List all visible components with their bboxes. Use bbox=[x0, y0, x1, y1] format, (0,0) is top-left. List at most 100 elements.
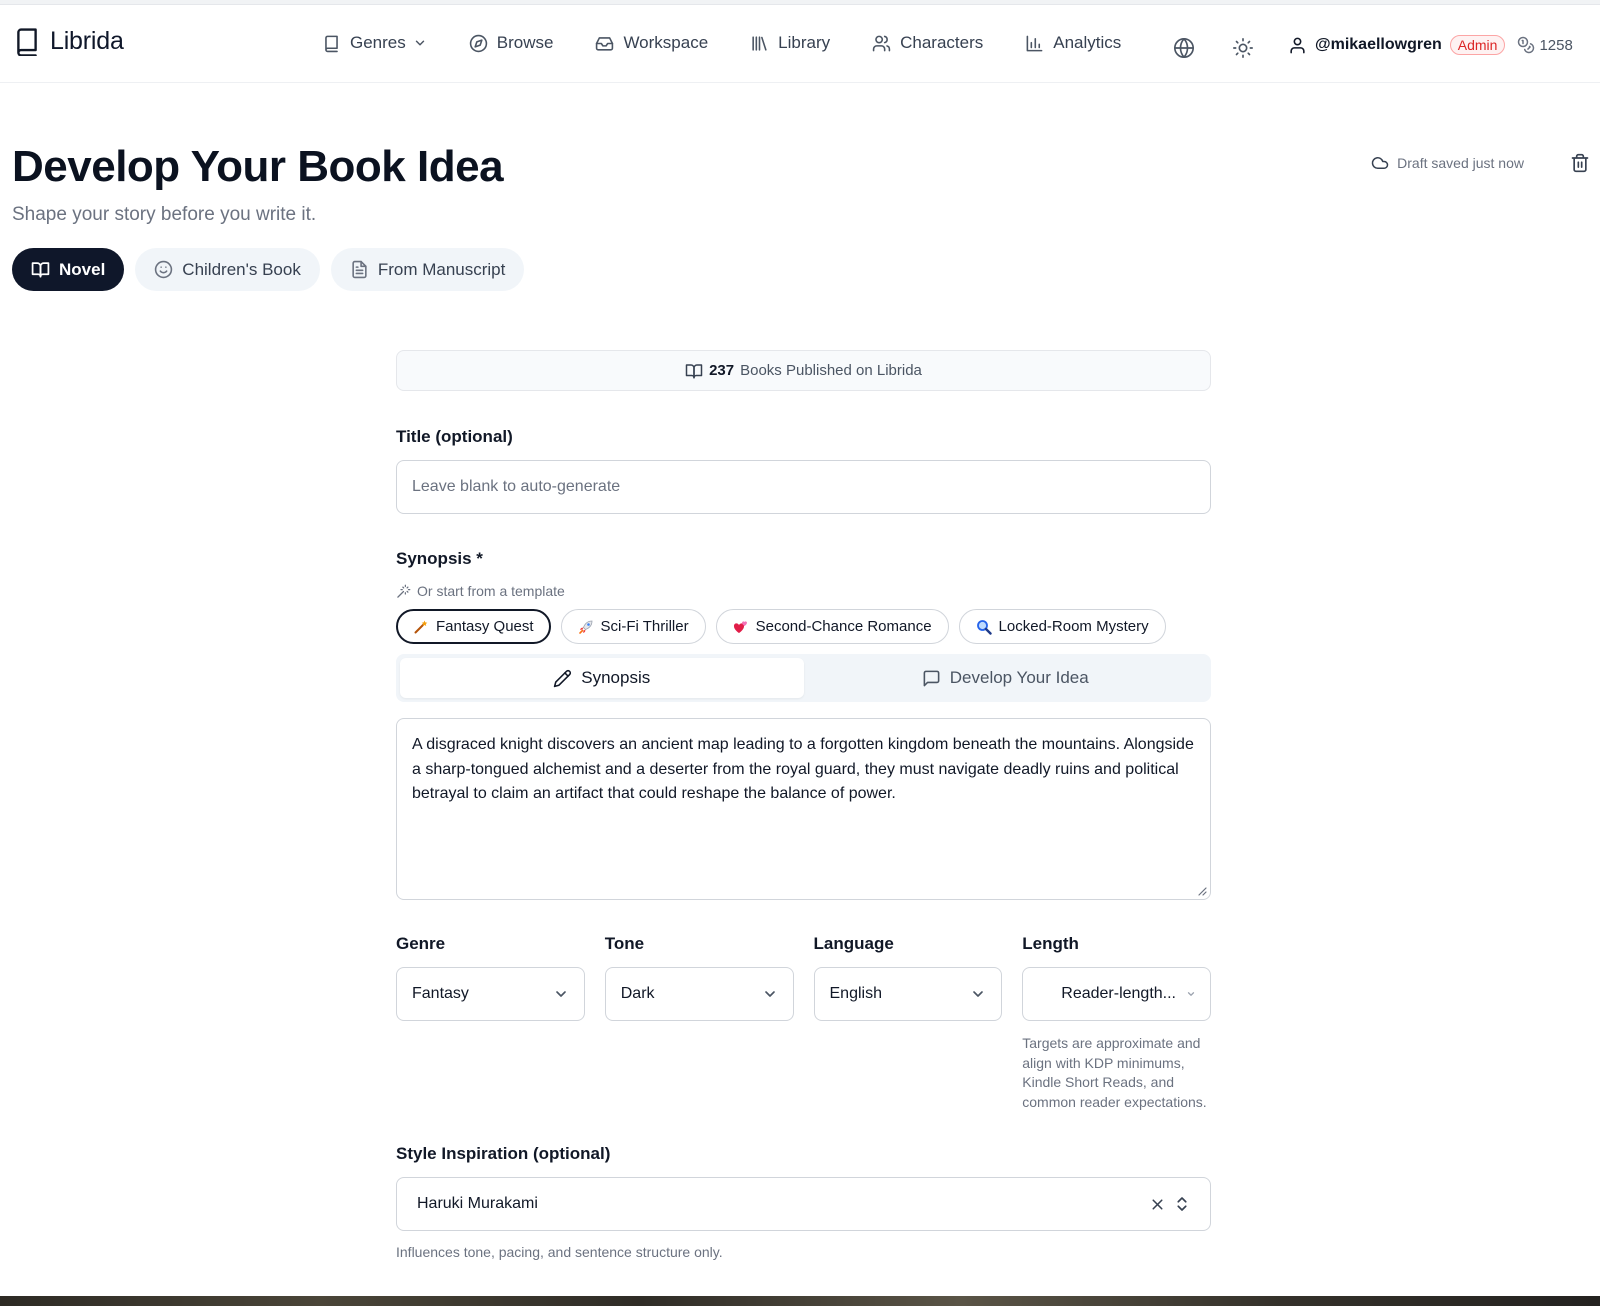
open-book-icon bbox=[685, 362, 703, 380]
book-icon bbox=[322, 34, 341, 53]
users-icon bbox=[872, 34, 891, 53]
magnifier-icon bbox=[976, 619, 992, 635]
synopsis-textarea[interactable]: A disgraced knight discovers an ancient … bbox=[396, 718, 1211, 900]
length-label: Length bbox=[1022, 934, 1079, 953]
book-icon bbox=[14, 27, 40, 56]
close-icon[interactable] bbox=[1149, 1196, 1166, 1213]
tab-develop-your-idea-label: Develop Your Idea bbox=[949, 668, 1089, 687]
synopsis-label: Synopsis * bbox=[396, 549, 483, 568]
chevrons-up-down-icon[interactable] bbox=[1173, 1195, 1191, 1213]
style-inspiration-combobox[interactable]: Haruki Murakami bbox=[396, 1177, 1211, 1231]
title-input[interactable]: Leave blank to auto-generate bbox=[396, 460, 1211, 514]
language-select[interactable]: English bbox=[813, 967, 1003, 1021]
magic-wand-icon bbox=[413, 619, 429, 635]
coins-icon bbox=[1517, 36, 1535, 54]
title-placeholder: Leave blank to auto-generate bbox=[412, 478, 621, 495]
template-hint: Or start from a template bbox=[396, 583, 1211, 599]
nav-workspace-label: Workspace bbox=[623, 33, 709, 52]
template-second-chance-romance-label: Second-Chance Romance bbox=[755, 618, 932, 635]
chevron-down-icon bbox=[762, 986, 778, 1002]
compass-icon bbox=[469, 34, 488, 53]
style-inspiration-label: Style Inspiration (optional) bbox=[396, 1144, 611, 1163]
tab-develop-your-idea[interactable]: Develop Your Idea bbox=[804, 658, 1208, 698]
tab-novel[interactable]: Novel bbox=[12, 248, 125, 291]
genre-value: Fantasy bbox=[412, 985, 469, 1002]
language-field: Language English bbox=[813, 934, 1003, 1112]
genre-select[interactable]: Fantasy bbox=[396, 967, 585, 1021]
template-sci-fi-thriller-label: Sci-Fi Thriller bbox=[600, 618, 689, 635]
tab-childrens-book-label: Children's Book bbox=[182, 259, 301, 279]
background-strip bbox=[0, 1296, 1600, 1306]
credits-value: 1258 bbox=[1539, 36, 1573, 54]
published-count: 237 bbox=[709, 362, 735, 379]
template-fantasy-quest[interactable]: Fantasy Quest bbox=[396, 609, 551, 644]
inbox-icon bbox=[595, 34, 614, 53]
genre-label: Genre bbox=[396, 934, 446, 953]
two-hearts-icon bbox=[733, 619, 749, 635]
user-icon bbox=[1288, 36, 1307, 55]
nav-browse[interactable]: Browse bbox=[469, 33, 553, 53]
nav-genres[interactable]: Genres bbox=[322, 33, 427, 53]
tab-synopsis[interactable]: Synopsis bbox=[400, 658, 804, 698]
template-chips: Fantasy Quest Sci-Fi Thriller Second-Cha… bbox=[396, 609, 1211, 644]
template-hint-text: Or start from a template bbox=[417, 583, 565, 599]
language-label: Language bbox=[813, 934, 894, 953]
chevron-down-icon bbox=[1186, 989, 1196, 999]
file-text-icon bbox=[350, 260, 369, 279]
brand-name: Librida bbox=[50, 27, 124, 55]
message-square-icon bbox=[922, 669, 941, 688]
user-menu[interactable]: @mikaellowgren Admin 1258 bbox=[1288, 35, 1573, 55]
page-title: Develop Your Book Idea bbox=[12, 142, 504, 191]
nav-library-label: Library bbox=[778, 33, 831, 52]
tone-field: Tone Dark bbox=[604, 934, 794, 1112]
tab-synopsis-label: Synopsis bbox=[581, 668, 651, 687]
title-label: Title (optional) bbox=[396, 427, 513, 446]
length-select[interactable]: Reader-length... bbox=[1022, 967, 1211, 1021]
credits-balance: 1258 bbox=[1517, 36, 1573, 54]
mode-tabs: Novel Children's Book From Manuscript bbox=[12, 248, 525, 291]
nav-analytics-label: Analytics bbox=[1053, 33, 1122, 52]
resize-handle-icon[interactable] bbox=[1197, 886, 1207, 896]
top-navbar: Librida Genres Browse Workspace Library … bbox=[0, 5, 1600, 83]
tab-from-manuscript[interactable]: From Manuscript bbox=[330, 248, 525, 291]
nav-characters[interactable]: Characters bbox=[872, 33, 983, 53]
template-locked-room-mystery-label: Locked-Room Mystery bbox=[998, 618, 1149, 635]
magic-wand-icon bbox=[396, 584, 411, 599]
published-count-text: Books Published on Librida bbox=[740, 362, 922, 379]
book-idea-form: 237 Books Published on Librida Title (op… bbox=[396, 350, 1211, 1260]
template-sci-fi-thriller[interactable]: Sci-Fi Thriller bbox=[560, 609, 706, 644]
trash-icon[interactable] bbox=[1570, 153, 1590, 173]
bar-chart-icon bbox=[1025, 34, 1044, 53]
nav-characters-label: Characters bbox=[900, 33, 984, 52]
synopsis-text: A disgraced knight discovers an ancient … bbox=[412, 736, 1194, 802]
globe-icon[interactable] bbox=[1173, 37, 1195, 59]
cloud-icon bbox=[1371, 154, 1389, 172]
nav-analytics[interactable]: Analytics bbox=[1025, 33, 1121, 53]
brand-logo[interactable]: Librida bbox=[14, 27, 124, 56]
genre-field: Genre Fantasy bbox=[396, 934, 585, 1112]
chevron-down-icon bbox=[413, 36, 427, 50]
open-book-icon bbox=[31, 260, 50, 279]
template-second-chance-romance[interactable]: Second-Chance Romance bbox=[715, 609, 949, 644]
nav-workspace[interactable]: Workspace bbox=[595, 33, 708, 53]
role-badge: Admin bbox=[1449, 35, 1506, 55]
pencil-icon bbox=[553, 669, 572, 688]
username: @mikaellowgren bbox=[1315, 36, 1442, 53]
template-locked-room-mystery[interactable]: Locked-Room Mystery bbox=[958, 609, 1166, 644]
main-nav: Genres Browse Workspace Library Characte… bbox=[322, 27, 1163, 59]
length-note: Targets are approximate and align with K… bbox=[1022, 1035, 1207, 1110]
tone-select[interactable]: Dark bbox=[604, 967, 794, 1021]
page-subtitle: Shape your story before you write it. bbox=[12, 204, 317, 225]
length-value: Reader-length... bbox=[1061, 985, 1176, 1002]
draft-status-text: Draft saved just now bbox=[1397, 155, 1524, 171]
length-field: Length Reader-length... Targets are appr… bbox=[1022, 934, 1211, 1112]
draft-status: Draft saved just now bbox=[1371, 154, 1524, 172]
tab-from-manuscript-label: From Manuscript bbox=[377, 259, 506, 279]
tone-label: Tone bbox=[604, 934, 645, 953]
chevron-down-icon bbox=[970, 986, 986, 1002]
style-inspiration-value: Haruki Murakami bbox=[417, 1195, 538, 1212]
nav-library[interactable]: Library bbox=[750, 33, 830, 53]
style-inspiration-note: Influences tone, pacing, and sentence st… bbox=[396, 1244, 723, 1260]
sun-icon[interactable] bbox=[1232, 37, 1254, 59]
tab-childrens-book[interactable]: Children's Book bbox=[135, 248, 320, 291]
